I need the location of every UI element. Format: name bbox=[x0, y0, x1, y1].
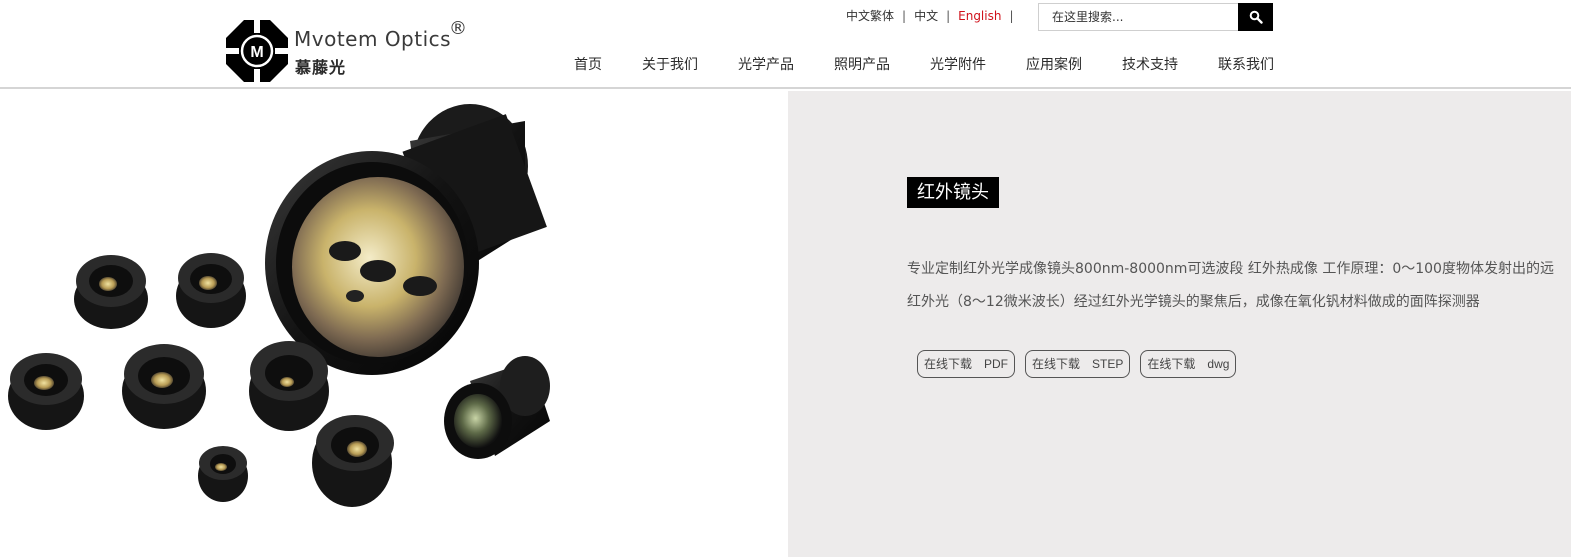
product-description: 专业定制红外光学成像镜头800nm-8000nm可选波段 红外热成像 工作原理：… bbox=[907, 261, 1554, 310]
lang-english[interactable]: English bbox=[958, 9, 1001, 23]
search-icon bbox=[1249, 10, 1263, 24]
download-format: STEP bbox=[1092, 357, 1124, 371]
search-input[interactable] bbox=[1038, 3, 1238, 31]
nav-tech-support[interactable]: 技术支持 bbox=[1122, 54, 1178, 74]
small-lens bbox=[8, 353, 84, 430]
product-info-panel: 红外镜头 专业定制红外光学成像镜头800nm-8000nm可选波段 红外热成像 … bbox=[788, 91, 1571, 557]
download-format: PDF bbox=[984, 357, 1009, 371]
logo-letter: M bbox=[250, 44, 263, 61]
nav-home[interactable]: 首页 bbox=[574, 54, 602, 74]
nav-lighting-products[interactable]: 照明产品 bbox=[834, 54, 890, 74]
product-title: 红外镜头 bbox=[907, 177, 999, 208]
large-infrared-lens bbox=[265, 104, 547, 375]
small-lens bbox=[249, 341, 329, 431]
language-switcher: 中文繁体 | 中文 | English | bbox=[846, 7, 1022, 24]
download-format: dwg bbox=[1207, 357, 1230, 371]
search-box bbox=[1038, 3, 1273, 31]
download-buttons: 在线下载 PDF 在线下载 STEP 在线下载 dwg bbox=[917, 350, 1237, 378]
small-lens bbox=[176, 253, 246, 328]
lang-chinese[interactable]: 中文 bbox=[914, 7, 938, 24]
lang-traditional-chinese[interactable]: 中文繁体 bbox=[846, 7, 894, 24]
brand-logo[interactable]: M bbox=[226, 20, 288, 82]
tube-lens bbox=[444, 356, 550, 459]
nav-application-cases[interactable]: 应用案例 bbox=[1026, 54, 1082, 74]
lang-separator: | bbox=[1009, 8, 1014, 23]
download-pdf-button[interactable]: 在线下载 PDF bbox=[917, 350, 1016, 378]
download-step-button[interactable]: 在线下载 STEP bbox=[1025, 350, 1131, 378]
search-button[interactable] bbox=[1238, 3, 1273, 31]
brand-name-en: Mvotem Optics bbox=[294, 27, 452, 51]
product-image bbox=[8, 104, 550, 507]
small-lens bbox=[74, 255, 148, 329]
nav-about[interactable]: 关于我们 bbox=[642, 54, 698, 74]
lang-separator: | bbox=[946, 8, 951, 23]
brand-name-cn: 慕藤光 bbox=[295, 58, 347, 77]
download-dwg-button[interactable]: 在线下载 dwg bbox=[1140, 350, 1237, 378]
registered-mark: ® bbox=[449, 18, 467, 39]
lang-separator: | bbox=[902, 8, 907, 23]
download-label: 在线下载 bbox=[1147, 357, 1196, 371]
download-label: 在线下载 bbox=[1032, 357, 1081, 371]
product-image-panel bbox=[0, 91, 788, 557]
site-header: M Mvotem Optics ® 慕藤光 中文繁体 | 中文 | Englis… bbox=[0, 0, 1571, 89]
small-lens bbox=[312, 415, 394, 507]
nav-optical-accessories[interactable]: 光学附件 bbox=[930, 54, 986, 74]
nav-optical-products[interactable]: 光学产品 bbox=[738, 54, 794, 74]
download-label: 在线下载 bbox=[924, 357, 973, 371]
small-lens bbox=[122, 344, 206, 429]
nav-contact[interactable]: 联系我们 bbox=[1218, 54, 1274, 74]
main-nav: 首页 关于我们 光学产品 照明产品 光学附件 应用案例 技术支持 联系我们 bbox=[574, 54, 1274, 74]
small-lens bbox=[198, 446, 248, 502]
